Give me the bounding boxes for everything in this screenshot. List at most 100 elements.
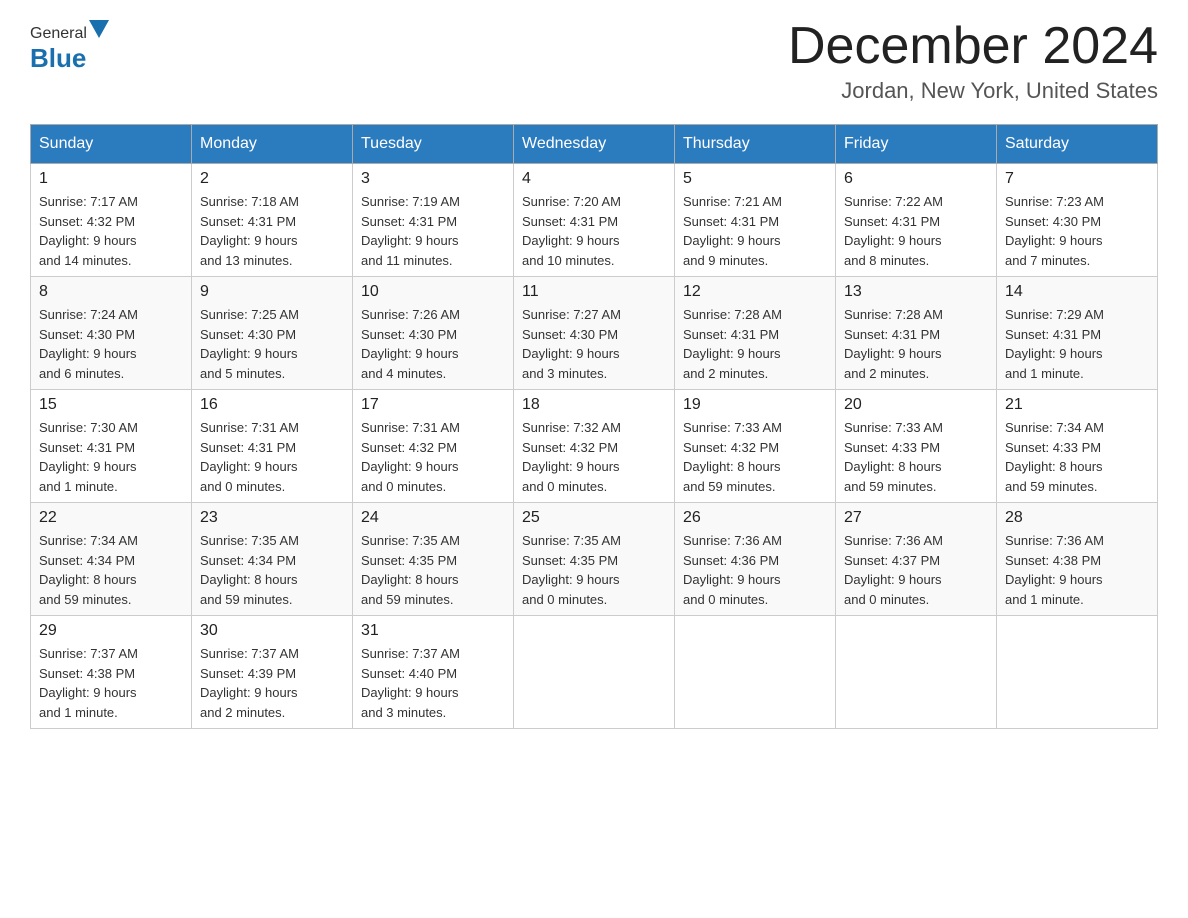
calendar-cell: 12 Sunrise: 7:28 AMSunset: 4:31 PMDaylig…: [675, 277, 836, 390]
day-info: Sunrise: 7:35 AMSunset: 4:35 PMDaylight:…: [522, 531, 666, 609]
day-info: Sunrise: 7:27 AMSunset: 4:30 PMDaylight:…: [522, 305, 666, 383]
day-number: 8: [39, 283, 183, 301]
calendar-cell: [836, 616, 997, 729]
header-tuesday: Tuesday: [353, 125, 514, 164]
day-number: 13: [844, 283, 988, 301]
day-number: 19: [683, 396, 827, 414]
day-info: Sunrise: 7:34 AMSunset: 4:33 PMDaylight:…: [1005, 418, 1149, 496]
day-number: 16: [200, 396, 344, 414]
day-number: 29: [39, 622, 183, 640]
day-info: Sunrise: 7:17 AMSunset: 4:32 PMDaylight:…: [39, 192, 183, 270]
day-number: 31: [361, 622, 505, 640]
header-friday: Friday: [836, 125, 997, 164]
day-number: 4: [522, 170, 666, 188]
calendar-cell: 1 Sunrise: 7:17 AMSunset: 4:32 PMDayligh…: [31, 164, 192, 277]
calendar-cell: 19 Sunrise: 7:33 AMSunset: 4:32 PMDaylig…: [675, 390, 836, 503]
calendar-cell: 21 Sunrise: 7:34 AMSunset: 4:33 PMDaylig…: [997, 390, 1158, 503]
month-title: December 2024: [788, 20, 1158, 72]
day-info: Sunrise: 7:33 AMSunset: 4:32 PMDaylight:…: [683, 418, 827, 496]
header-sunday: Sunday: [31, 125, 192, 164]
day-info: Sunrise: 7:32 AMSunset: 4:32 PMDaylight:…: [522, 418, 666, 496]
calendar-cell: 10 Sunrise: 7:26 AMSunset: 4:30 PMDaylig…: [353, 277, 514, 390]
day-number: 17: [361, 396, 505, 414]
header-saturday: Saturday: [997, 125, 1158, 164]
calendar-cell: 29 Sunrise: 7:37 AMSunset: 4:38 PMDaylig…: [31, 616, 192, 729]
header-thursday: Thursday: [675, 125, 836, 164]
day-number: 27: [844, 509, 988, 527]
header: General Blue December 2024 Jordan, New Y…: [30, 20, 1158, 104]
header-row: SundayMondayTuesdayWednesdayThursdayFrid…: [31, 125, 1158, 164]
calendar-cell: 8 Sunrise: 7:24 AMSunset: 4:30 PMDayligh…: [31, 277, 192, 390]
calendar-cell: 23 Sunrise: 7:35 AMSunset: 4:34 PMDaylig…: [192, 503, 353, 616]
day-info: Sunrise: 7:23 AMSunset: 4:30 PMDaylight:…: [1005, 192, 1149, 270]
calendar-cell: 18 Sunrise: 7:32 AMSunset: 4:32 PMDaylig…: [514, 390, 675, 503]
day-info: Sunrise: 7:37 AMSunset: 4:38 PMDaylight:…: [39, 644, 183, 722]
day-info: Sunrise: 7:28 AMSunset: 4:31 PMDaylight:…: [683, 305, 827, 383]
header-monday: Monday: [192, 125, 353, 164]
logo-arrow-icon: [89, 20, 109, 38]
day-info: Sunrise: 7:35 AMSunset: 4:34 PMDaylight:…: [200, 531, 344, 609]
day-info: Sunrise: 7:18 AMSunset: 4:31 PMDaylight:…: [200, 192, 344, 270]
day-info: Sunrise: 7:28 AMSunset: 4:31 PMDaylight:…: [844, 305, 988, 383]
day-number: 1: [39, 170, 183, 188]
day-number: 14: [1005, 283, 1149, 301]
day-info: Sunrise: 7:29 AMSunset: 4:31 PMDaylight:…: [1005, 305, 1149, 383]
day-info: Sunrise: 7:35 AMSunset: 4:35 PMDaylight:…: [361, 531, 505, 609]
calendar-cell: 25 Sunrise: 7:35 AMSunset: 4:35 PMDaylig…: [514, 503, 675, 616]
day-info: Sunrise: 7:20 AMSunset: 4:31 PMDaylight:…: [522, 192, 666, 270]
day-number: 10: [361, 283, 505, 301]
day-number: 23: [200, 509, 344, 527]
calendar-cell: 24 Sunrise: 7:35 AMSunset: 4:35 PMDaylig…: [353, 503, 514, 616]
day-number: 18: [522, 396, 666, 414]
calendar-cell: 20 Sunrise: 7:33 AMSunset: 4:33 PMDaylig…: [836, 390, 997, 503]
day-number: 6: [844, 170, 988, 188]
calendar-cell: 2 Sunrise: 7:18 AMSunset: 4:31 PMDayligh…: [192, 164, 353, 277]
day-number: 22: [39, 509, 183, 527]
calendar-cell: [514, 616, 675, 729]
day-info: Sunrise: 7:36 AMSunset: 4:38 PMDaylight:…: [1005, 531, 1149, 609]
day-info: Sunrise: 7:31 AMSunset: 4:32 PMDaylight:…: [361, 418, 505, 496]
calendar-cell: 13 Sunrise: 7:28 AMSunset: 4:31 PMDaylig…: [836, 277, 997, 390]
calendar-cell: 4 Sunrise: 7:20 AMSunset: 4:31 PMDayligh…: [514, 164, 675, 277]
day-number: 12: [683, 283, 827, 301]
calendar-table: SundayMondayTuesdayWednesdayThursdayFrid…: [30, 124, 1158, 729]
day-number: 21: [1005, 396, 1149, 414]
logo: General Blue: [30, 20, 109, 74]
day-info: Sunrise: 7:30 AMSunset: 4:31 PMDaylight:…: [39, 418, 183, 496]
calendar-cell: 6 Sunrise: 7:22 AMSunset: 4:31 PMDayligh…: [836, 164, 997, 277]
day-info: Sunrise: 7:36 AMSunset: 4:36 PMDaylight:…: [683, 531, 827, 609]
day-number: 7: [1005, 170, 1149, 188]
week-row-1: 1 Sunrise: 7:17 AMSunset: 4:32 PMDayligh…: [31, 164, 1158, 277]
day-info: Sunrise: 7:19 AMSunset: 4:31 PMDaylight:…: [361, 192, 505, 270]
logo-general-text: General: [30, 25, 87, 43]
day-info: Sunrise: 7:25 AMSunset: 4:30 PMDaylight:…: [200, 305, 344, 383]
week-row-4: 22 Sunrise: 7:34 AMSunset: 4:34 PMDaylig…: [31, 503, 1158, 616]
calendar-cell: [675, 616, 836, 729]
day-number: 2: [200, 170, 344, 188]
day-info: Sunrise: 7:22 AMSunset: 4:31 PMDaylight:…: [844, 192, 988, 270]
header-wednesday: Wednesday: [514, 125, 675, 164]
day-number: 26: [683, 509, 827, 527]
day-info: Sunrise: 7:21 AMSunset: 4:31 PMDaylight:…: [683, 192, 827, 270]
logo-blue-text: Blue: [30, 43, 86, 74]
day-number: 3: [361, 170, 505, 188]
calendar-cell: 3 Sunrise: 7:19 AMSunset: 4:31 PMDayligh…: [353, 164, 514, 277]
day-info: Sunrise: 7:33 AMSunset: 4:33 PMDaylight:…: [844, 418, 988, 496]
day-number: 20: [844, 396, 988, 414]
calendar-cell: 22 Sunrise: 7:34 AMSunset: 4:34 PMDaylig…: [31, 503, 192, 616]
day-info: Sunrise: 7:26 AMSunset: 4:30 PMDaylight:…: [361, 305, 505, 383]
calendar-cell: 11 Sunrise: 7:27 AMSunset: 4:30 PMDaylig…: [514, 277, 675, 390]
calendar-cell: 26 Sunrise: 7:36 AMSunset: 4:36 PMDaylig…: [675, 503, 836, 616]
day-info: Sunrise: 7:37 AMSunset: 4:39 PMDaylight:…: [200, 644, 344, 722]
day-number: 5: [683, 170, 827, 188]
title-area: December 2024 Jordan, New York, United S…: [788, 20, 1158, 104]
day-number: 24: [361, 509, 505, 527]
calendar-cell: 7 Sunrise: 7:23 AMSunset: 4:30 PMDayligh…: [997, 164, 1158, 277]
calendar-cell: 15 Sunrise: 7:30 AMSunset: 4:31 PMDaylig…: [31, 390, 192, 503]
day-info: Sunrise: 7:36 AMSunset: 4:37 PMDaylight:…: [844, 531, 988, 609]
day-number: 25: [522, 509, 666, 527]
calendar-cell: 9 Sunrise: 7:25 AMSunset: 4:30 PMDayligh…: [192, 277, 353, 390]
calendar-cell: 30 Sunrise: 7:37 AMSunset: 4:39 PMDaylig…: [192, 616, 353, 729]
calendar-cell: 17 Sunrise: 7:31 AMSunset: 4:32 PMDaylig…: [353, 390, 514, 503]
day-number: 15: [39, 396, 183, 414]
